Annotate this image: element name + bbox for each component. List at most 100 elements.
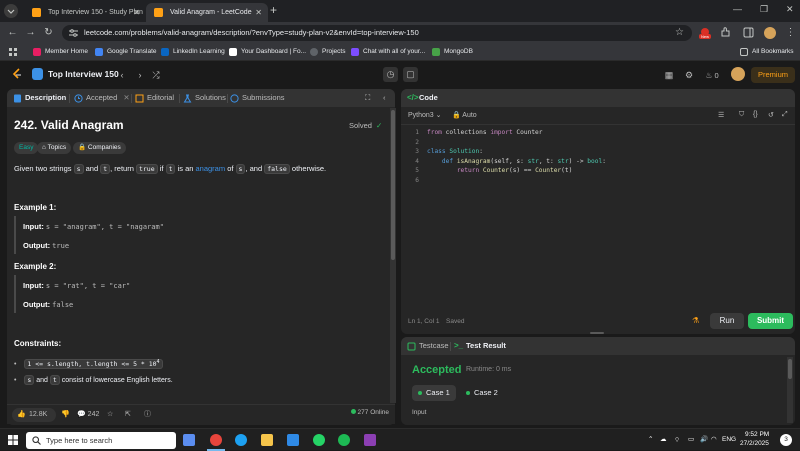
- tab-testcase[interactable]: Testcase: [407, 337, 449, 355]
- scrollbar-thumb[interactable]: [788, 359, 792, 379]
- forward-icon[interactable]: →: [24, 26, 37, 39]
- battery-icon[interactable]: ▭: [688, 435, 694, 443]
- bookmark-icon[interactable]: ⛉: [739, 111, 744, 119]
- restore-icon[interactable]: ❐: [760, 4, 768, 15]
- code-line[interactable]: 2: [405, 138, 795, 148]
- chrome-icon[interactable]: [210, 434, 222, 446]
- timer-icon[interactable]: ◷: [383, 67, 398, 82]
- topics-tag[interactable]: ⌂ Topics: [37, 142, 72, 154]
- vscode-icon[interactable]: [287, 434, 299, 446]
- next-problem-icon[interactable]: ›: [133, 68, 147, 82]
- close-tab-icon[interactable]: ✕: [123, 93, 129, 102]
- bookmark-item[interactable]: Member Home: [33, 43, 88, 61]
- language-indicator[interactable]: ENG: [722, 436, 736, 443]
- network-icon[interactable]: ⌔: [674, 435, 680, 444]
- new-tab-button[interactable]: +: [270, 3, 277, 17]
- result-scrollbar[interactable]: [787, 357, 793, 423]
- bookmark-item[interactable]: Chat with all of your...: [351, 43, 425, 61]
- layout-icon[interactable]: ▦: [662, 68, 676, 82]
- code-line[interactable]: 6: [405, 176, 795, 186]
- extension-new-icon[interactable]: New: [698, 27, 711, 39]
- editor-settings-icon[interactable]: ☰: [718, 111, 724, 119]
- tab-code[interactable]: </> Code: [407, 89, 438, 107]
- browser-menu-icon[interactable]: ⋮: [784, 26, 797, 39]
- prev-problem-icon[interactable]: ‹: [115, 68, 129, 82]
- site-info-icon[interactable]: [69, 29, 78, 37]
- onedrive-icon[interactable]: ☁: [660, 435, 667, 443]
- sidebar-icon[interactable]: [743, 27, 755, 39]
- clock-time[interactable]: 9:52 PM: [745, 431, 769, 438]
- close-tab-icon[interactable]: ✕: [255, 3, 262, 22]
- shuffle-icon[interactable]: ⤮: [149, 68, 163, 82]
- copilot-icon[interactable]: [183, 434, 195, 446]
- bookmark-star-icon[interactable]: ☆: [675, 27, 684, 38]
- user-avatar[interactable]: [731, 67, 745, 81]
- console-icon[interactable]: ⚗: [692, 316, 699, 325]
- bookmark-item[interactable]: Google Translate: [95, 43, 157, 61]
- tab-solutions[interactable]: Solutions: [183, 89, 226, 107]
- fullscreen-icon[interactable]: ⤢: [782, 111, 788, 119]
- description-scrollbar[interactable]: [390, 108, 396, 403]
- reset-code-icon[interactable]: ↺: [768, 111, 774, 119]
- leetcode-logo-icon[interactable]: [10, 67, 24, 81]
- resize-handle[interactable]: [590, 332, 604, 334]
- tab-accepted[interactable]: Accepted ✕: [74, 89, 130, 107]
- notification-badge[interactable]: 3: [780, 434, 792, 446]
- close-window-icon[interactable]: ✕: [786, 4, 794, 15]
- onenote-icon[interactable]: [364, 434, 376, 446]
- tab-description[interactable]: Description: [13, 89, 66, 107]
- submit-button[interactable]: Submit: [748, 313, 793, 329]
- windows-start-icon[interactable]: [8, 435, 18, 445]
- code-line[interactable]: 5 return Counter(s) == Counter(t): [405, 166, 795, 176]
- thumbs-down-icon[interactable]: 👎: [61, 409, 70, 421]
- profile-avatar[interactable]: [764, 27, 776, 39]
- bookmark-item[interactable]: LinkedIn Learning: [161, 43, 225, 61]
- braces-icon[interactable]: {}: [753, 111, 758, 118]
- code-line[interactable]: 4 def isAnagram(self, s: str, t: str) ->…: [405, 157, 795, 167]
- bookmark-item[interactable]: MongoDB: [432, 43, 473, 61]
- help-icon[interactable]: ⓘ: [144, 409, 151, 421]
- taskbar-search[interactable]: Type here to search: [26, 432, 176, 449]
- browser-tab-study-plan[interactable]: Top Interview 150 - Study Plan ✕: [24, 3, 146, 22]
- whatsapp-icon[interactable]: [313, 434, 325, 446]
- minimize-icon[interactable]: —: [733, 4, 742, 14]
- wifi-icon[interactable]: ◠: [711, 435, 717, 443]
- extensions-icon[interactable]: [720, 27, 732, 39]
- language-select[interactable]: Python3 ⌄: [408, 111, 442, 119]
- like-button[interactable]: 👍 12.8K: [12, 408, 56, 422]
- spotify-icon[interactable]: [338, 434, 350, 446]
- streak-counter[interactable]: ♨ 0: [702, 68, 722, 82]
- run-button[interactable]: Run: [710, 313, 744, 329]
- volume-icon[interactable]: 🔊: [700, 435, 708, 443]
- close-tab-icon[interactable]: ✕: [133, 3, 140, 22]
- premium-button[interactable]: Premium: [751, 67, 795, 83]
- case-1-tab[interactable]: Case 1: [412, 385, 456, 401]
- all-bookmarks-button[interactable]: All Bookmarks: [740, 43, 794, 61]
- tab-search-icon[interactable]: [4, 4, 18, 18]
- browser-tab-valid-anagram[interactable]: Valid Anagram - LeetCode ✕: [146, 3, 268, 22]
- edge-icon[interactable]: [235, 434, 247, 446]
- tab-editorial[interactable]: Editorial: [135, 89, 174, 107]
- share-icon[interactable]: ⇱: [125, 409, 131, 421]
- file-explorer-icon[interactable]: [261, 434, 273, 446]
- code-line[interactable]: 3 class Solution:: [405, 147, 795, 157]
- notes-icon[interactable]: ▢: [403, 67, 418, 82]
- reload-icon[interactable]: ↻: [42, 26, 55, 39]
- favorite-star-icon[interactable]: ☆: [107, 409, 113, 421]
- bookmark-item[interactable]: Projects: [310, 43, 345, 61]
- case-2-tab[interactable]: Case 2: [460, 385, 504, 401]
- maximize-icon[interactable]: ⛶: [365, 89, 370, 107]
- address-bar[interactable]: leetcode.com/problems/valid-anagram/desc…: [62, 25, 692, 41]
- tab-test-result[interactable]: >_ Test Result: [454, 337, 506, 355]
- apps-grid-icon[interactable]: [9, 43, 17, 61]
- study-plan-title[interactable]: Top Interview 150: [48, 62, 119, 87]
- comments-button[interactable]: 💬 242: [77, 409, 99, 421]
- tab-submissions[interactable]: Submissions: [230, 89, 285, 107]
- code-line[interactable]: 1 from collections import Counter: [405, 128, 795, 138]
- clock-date[interactable]: 27/2/2025: [740, 440, 769, 447]
- settings-gear-icon[interactable]: ⚙: [682, 68, 696, 82]
- autocomplete-mode[interactable]: 🔒 Auto: [452, 111, 477, 119]
- tray-chevron-icon[interactable]: ⌃: [648, 435, 653, 443]
- back-icon[interactable]: ←: [6, 26, 19, 39]
- anagram-link[interactable]: anagram: [196, 164, 226, 173]
